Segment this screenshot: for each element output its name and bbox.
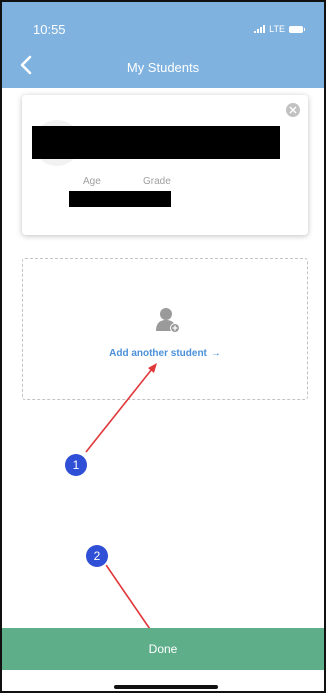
done-button[interactable]: Done <box>2 628 324 670</box>
main-content: Age Grade Add another student → <box>2 88 324 628</box>
grade-label: Grade <box>143 176 171 187</box>
battery-icon <box>289 25 305 33</box>
page-title: My Students <box>126 60 200 75</box>
add-another-student-link[interactable]: Add another student → <box>23 348 307 359</box>
status-time: 10:55 <box>33 22 66 37</box>
redacted-age-grade-values <box>69 191 171 207</box>
network-label: LTE <box>269 24 285 34</box>
signal-icon <box>254 25 266 33</box>
add-another-student-label: Add another student <box>109 348 207 359</box>
app-header: 10:55 LTE My Students <box>2 2 324 88</box>
redacted-student-name <box>32 126 280 159</box>
student-card[interactable]: Age Grade <box>22 95 308 235</box>
add-another-student-card[interactable]: Add another student → <box>22 258 308 400</box>
annotation-badge-1: 1 <box>65 454 87 476</box>
age-label: Age <box>83 176 101 187</box>
annotation-badge-2: 2 <box>86 545 108 567</box>
close-icon[interactable] <box>286 103 300 117</box>
phone-frame: 10:55 LTE My Students Age Grade Add anot… <box>0 0 326 693</box>
arrow-right-icon: → <box>210 348 221 359</box>
status-indicators: LTE <box>254 24 305 34</box>
add-user-icon <box>156 308 180 333</box>
home-indicator <box>114 685 218 689</box>
